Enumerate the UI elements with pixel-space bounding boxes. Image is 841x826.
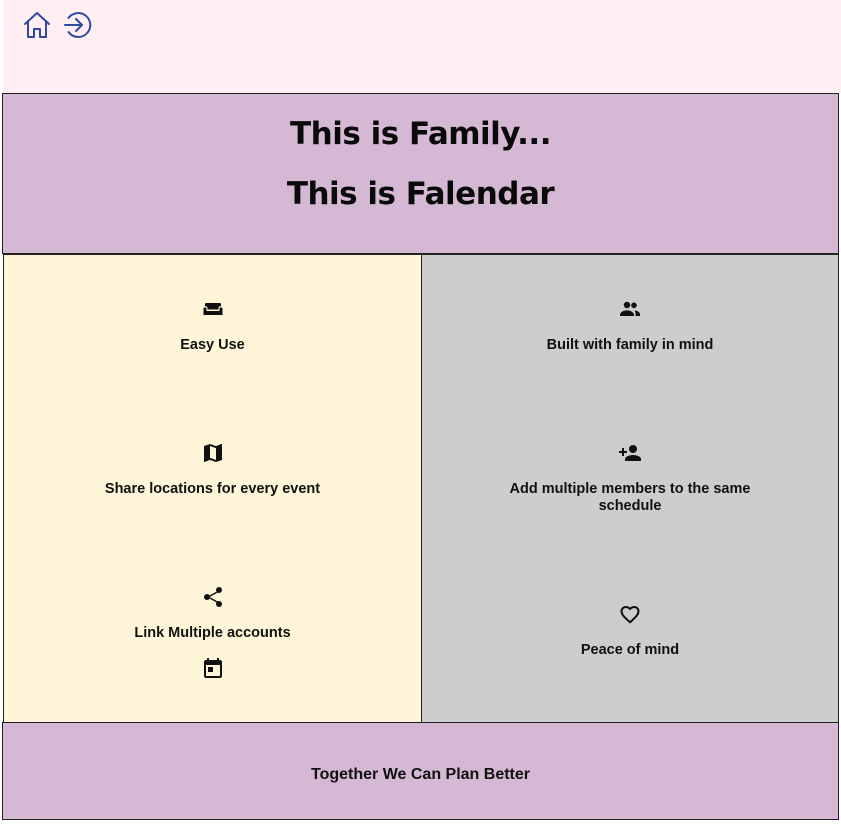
footer-tagline: Together We Can Plan Better	[311, 766, 530, 783]
feature-label: Easy Use	[180, 337, 245, 353]
map-icon	[201, 441, 225, 465]
hero-banner: This is Family... This is Falendar	[2, 93, 839, 254]
feature-label: Built with family in mind	[546, 337, 714, 353]
footer-banner: Together We Can Plan Better	[2, 722, 839, 820]
feature-add-members: Add multiple members to the same schedul…	[422, 441, 838, 515]
feature-label: Share locations for every event	[104, 481, 321, 497]
person-add-icon	[618, 441, 642, 465]
feature-label: Link Multiple accounts	[134, 625, 291, 641]
feature-label: Add multiple members to the same schedul…	[509, 481, 751, 514]
feature-peace-of-mind: Peace of mind	[422, 602, 838, 659]
heart-icon	[618, 602, 642, 626]
top-nav-bar	[3, 0, 841, 93]
feature-built-for-family: Built with family in mind	[422, 297, 838, 354]
hero-title-line1: This is Family...	[290, 116, 551, 152]
feature-easy-use: Easy Use	[4, 297, 421, 354]
features-right-column: Built with family in mind Add multiple m…	[421, 254, 839, 723]
feature-share-locations: Share locations for every event	[4, 441, 421, 498]
login-icon[interactable]	[62, 10, 92, 40]
features-left-column: Easy Use Share locations for every event…	[3, 254, 422, 723]
home-icon[interactable]	[22, 10, 52, 40]
share-icon	[201, 585, 225, 609]
feature-link-accounts: Link Multiple accounts	[4, 585, 421, 680]
couch-icon	[201, 297, 225, 321]
hero-title-line2: This is Falendar	[286, 176, 555, 212]
calendar-icon	[201, 656, 225, 680]
group-icon	[618, 297, 642, 321]
feature-label: Peace of mind	[580, 642, 680, 658]
